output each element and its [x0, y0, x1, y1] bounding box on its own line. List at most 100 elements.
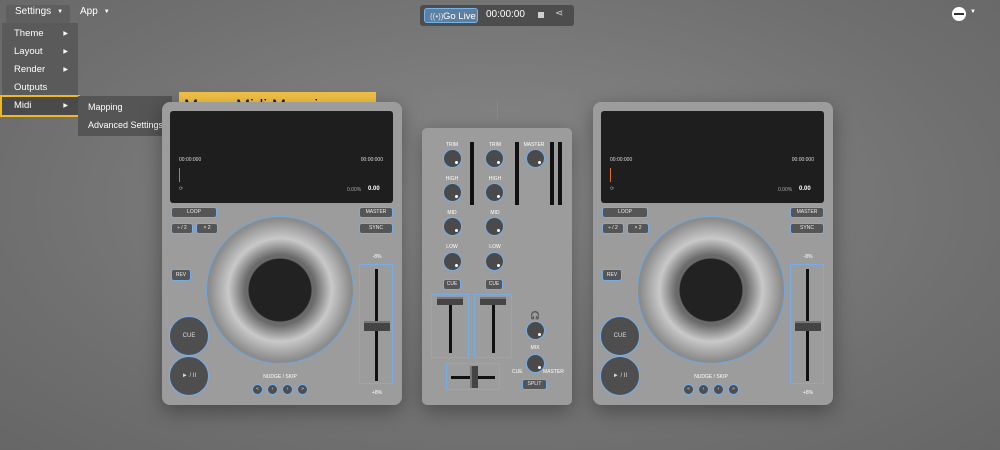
nudge-right-icon[interactable]: ›	[282, 384, 293, 395]
menu-item-label: Layout	[14, 46, 43, 57]
master-meter-right	[558, 142, 562, 205]
low-knob-b[interactable]	[485, 252, 504, 271]
menu-item-label: Theme	[14, 28, 44, 39]
caret-down-icon: ▼	[57, 9, 64, 15]
pitch-percent: 0.00%	[347, 187, 362, 193]
high-knob-a[interactable]	[443, 183, 462, 202]
nudge-left-icon[interactable]: ‹	[267, 384, 278, 395]
caret-down-icon[interactable]: ▼	[970, 9, 976, 15]
level-meter-a	[470, 142, 474, 205]
nudge-forward-icon[interactable]: »	[728, 384, 739, 395]
split-button[interactable]: SPLIT	[522, 379, 547, 390]
jog-wheel[interactable]	[637, 216, 785, 364]
sync-button[interactable]: SYNC	[790, 223, 824, 234]
headphone-volume-knob[interactable]	[526, 321, 545, 340]
submenu-arrow-icon: ▶	[63, 67, 68, 73]
crossfader[interactable]	[446, 363, 500, 390]
pitch-slider-handle[interactable]	[364, 321, 390, 331]
mid-knob-b[interactable]	[485, 217, 504, 236]
pitch-slider[interactable]	[359, 264, 393, 384]
cue-button[interactable]: CUE	[600, 316, 640, 356]
loop-half-button[interactable]: ÷ / 2	[602, 223, 624, 234]
fader-handle[interactable]	[480, 297, 506, 305]
settings-menu[interactable]: Settings ▼	[15, 6, 63, 17]
remaining-time: 00:00:000	[791, 157, 814, 163]
level-meter-b	[515, 142, 519, 205]
menu-item-mapping[interactable]: Mapping	[78, 98, 172, 116]
deck-display: 00:00:000 00:00:000 ⟳ 0.00% 0.00	[601, 111, 824, 203]
crossfader-handle[interactable]	[470, 366, 478, 388]
nudge-forward-icon[interactable]: »	[297, 384, 308, 395]
play-pause-button[interactable]: ► / II	[600, 356, 640, 396]
settings-dropdown: Theme ▶ Layout ▶ Render ▶ Outputs Midi ▶	[0, 23, 80, 117]
low-label: LOW	[446, 244, 458, 250]
pitch-bottom-label: +8%	[371, 390, 383, 396]
menu-item-outputs[interactable]: Outputs	[2, 79, 78, 97]
trim-label: TRIM	[488, 142, 502, 148]
mixer: TRIM HIGH MID LOW CUE TRIM HIGH MID LOW …	[422, 128, 572, 405]
app-menu[interactable]: App ▼	[80, 6, 110, 17]
high-label: HIGH	[488, 176, 502, 182]
nudge-back-icon[interactable]: «	[683, 384, 694, 395]
nudge-right-icon[interactable]: ›	[713, 384, 724, 395]
loop-half-button[interactable]: ÷ / 2	[171, 223, 193, 234]
share-icon[interactable]: ⋖	[555, 8, 563, 19]
menu-item-advanced-settings[interactable]: Advanced Settings	[78, 116, 172, 134]
fader-handle[interactable]	[437, 297, 463, 305]
caret-down-icon: ▼	[103, 9, 110, 15]
go-live-button[interactable]: ((•)) Go Live	[424, 8, 478, 23]
trim-knob-b[interactable]	[485, 149, 504, 168]
reverse-button[interactable]: REV	[602, 269, 622, 281]
cue-side-label: CUE	[512, 369, 523, 375]
loop-double-button[interactable]: × 2	[196, 223, 218, 234]
midi-submenu: Mapping Advanced Settings	[78, 96, 172, 136]
settings-menu-label: Settings	[15, 6, 52, 17]
high-knob-b[interactable]	[485, 183, 504, 202]
loop-button[interactable]: LOOP	[602, 207, 648, 218]
menu-item-midi[interactable]: Midi ▶	[0, 95, 80, 117]
reverse-button[interactable]: REV	[171, 269, 191, 281]
mid-label: MID	[490, 210, 500, 216]
master-knob[interactable]	[526, 149, 545, 168]
menu-item-render[interactable]: Render ▶	[2, 61, 78, 79]
headphones-icon: 🎧	[530, 311, 540, 320]
nudge-left-icon[interactable]: ‹	[698, 384, 709, 395]
master-side-label: MASTER	[543, 369, 564, 375]
menu-item-layout[interactable]: Layout ▶	[2, 43, 78, 61]
loop-double-button[interactable]: × 2	[627, 223, 649, 234]
trim-label: TRIM	[445, 142, 459, 148]
master-button[interactable]: MASTER	[359, 207, 393, 218]
submenu-arrow-icon: ▶	[63, 103, 68, 109]
deck-display: 00:00:000 00:00:000 ⟳ 0.00% 0.00	[170, 111, 393, 203]
pitch-slider-handle[interactable]	[795, 321, 821, 331]
cue-button[interactable]: CUE	[169, 316, 209, 356]
pitch-slider[interactable]	[790, 264, 824, 384]
nudge-label: NUDGE / SKIP	[694, 374, 728, 380]
cue-button-a[interactable]: CUE	[443, 279, 461, 290]
user-avatar-icon[interactable]	[952, 7, 966, 21]
master-button[interactable]: MASTER	[790, 207, 824, 218]
loop-button[interactable]: LOOP	[171, 207, 217, 218]
low-label: LOW	[489, 244, 501, 250]
submenu-arrow-icon: ▶	[63, 31, 68, 37]
stop-icon[interactable]	[538, 12, 544, 18]
sync-button[interactable]: SYNC	[359, 223, 393, 234]
cue-button-b[interactable]: CUE	[485, 279, 503, 290]
deck-right: 00:00:000 00:00:000 ⟳ 0.00% 0.00 LOOP ÷ …	[593, 102, 833, 405]
high-label: HIGH	[445, 176, 459, 182]
remaining-time: 00:00:000	[360, 157, 383, 163]
nudge-label: NUDGE / SKIP	[263, 374, 297, 380]
channel-fader-a[interactable]	[431, 294, 469, 358]
jog-wheel[interactable]	[206, 216, 354, 364]
mid-knob-a[interactable]	[443, 217, 462, 236]
nudge-back-icon[interactable]: «	[252, 384, 263, 395]
position-marker	[179, 168, 180, 182]
broadcast-bar: ((•)) Go Live 00:00:00 ⋖	[420, 5, 574, 26]
channel-fader-b[interactable]	[474, 294, 512, 358]
play-pause-button[interactable]: ► / II	[169, 356, 209, 396]
menu-item-theme[interactable]: Theme ▶	[2, 25, 78, 43]
low-knob-a[interactable]	[443, 252, 462, 271]
trim-knob-a[interactable]	[443, 149, 462, 168]
submenu-arrow-icon: ▶	[63, 49, 68, 55]
menu-item-label: Outputs	[14, 82, 48, 93]
